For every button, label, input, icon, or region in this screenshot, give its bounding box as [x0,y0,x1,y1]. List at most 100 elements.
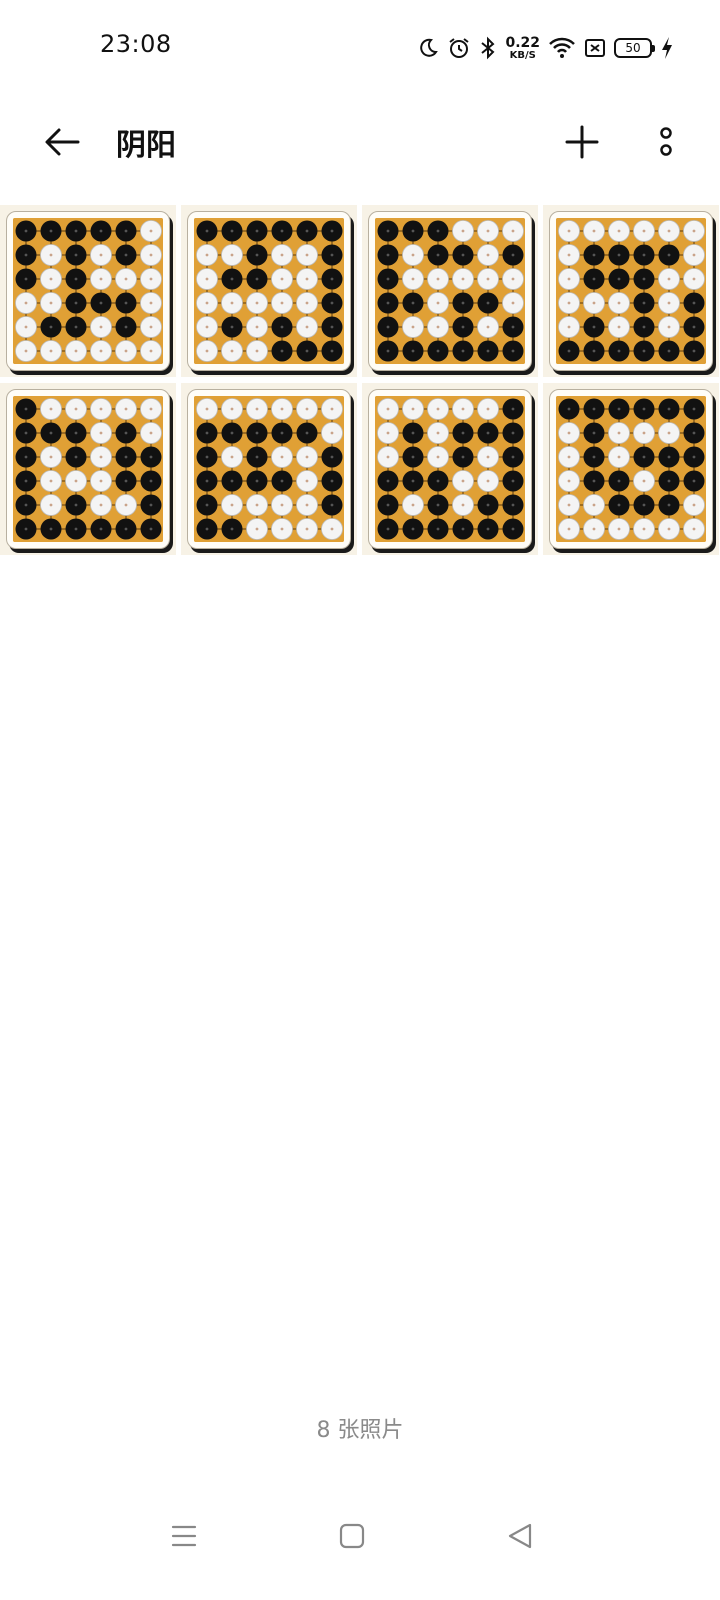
stone-center-dot [461,277,465,281]
photo-thumbnail[interactable] [362,205,538,377]
stone-center-dot [205,527,209,531]
wifi-icon [548,36,576,60]
battery-level: 50 [625,41,641,55]
stone-center-dot [280,325,284,329]
stone-center-dot [461,479,465,483]
stone-center-dot [205,325,209,329]
stone-center-dot [592,301,596,305]
stone-center-dot [461,527,465,531]
more-button[interactable] [640,116,692,168]
stone-center-dot [149,479,153,483]
stone-center-dot [642,301,646,305]
stone-center-dot [692,277,696,281]
back-button[interactable] [36,116,88,168]
photo-thumbnail[interactable] [181,205,357,377]
board-frame [6,389,170,549]
stone-center-dot [486,455,490,459]
stone-center-dot [305,479,309,483]
board-frame [549,211,713,371]
back-arrow-icon [45,128,80,156]
stone-center-dot [692,407,696,411]
stone-center-dot [24,455,28,459]
stone-center-dot [305,503,309,507]
photo-thumbnail[interactable] [362,383,538,555]
stone-center-dot [617,301,621,305]
add-button[interactable] [556,116,608,168]
stone-center-dot [330,479,334,483]
stone-center-dot [692,431,696,435]
photo-thumbnail[interactable] [543,383,719,555]
nav-back-button[interactable] [492,1508,548,1564]
stone-center-dot [124,407,128,411]
stone-center-dot [486,277,490,281]
go-board-image [375,218,525,364]
stone-center-dot [386,253,390,257]
charging-icon [660,36,674,60]
stone-center-dot [205,349,209,353]
stone-center-dot [280,301,284,305]
stone-center-dot [305,455,309,459]
stone-center-dot [255,229,259,233]
nav-home-button[interactable] [324,1508,380,1564]
stone-center-dot [667,503,671,507]
stone-center-dot [411,431,415,435]
stone-center-dot [149,527,153,531]
stone-center-dot [305,253,309,257]
stone-center-dot [642,253,646,257]
stone-center-dot [99,455,103,459]
stone-center-dot [280,431,284,435]
board-frame [187,389,351,549]
stone-center-dot [99,229,103,233]
stone-center-dot [642,349,646,353]
stone-center-dot [617,479,621,483]
stone-center-dot [149,503,153,507]
stone-center-dot [436,455,440,459]
board-frame [368,211,532,371]
stone-center-dot [24,479,28,483]
stone-center-dot [667,301,671,305]
go-board-image [194,396,344,542]
stone-center-dot [592,253,596,257]
stone-center-dot [486,407,490,411]
stone-center-dot [436,407,440,411]
stone-center-dot [617,325,621,329]
stone-center-dot [461,253,465,257]
stone-center-dot [24,349,28,353]
photo-thumbnail[interactable] [181,383,357,555]
stone-center-dot [486,431,490,435]
stone-center-dot [230,349,234,353]
stone-center-dot [667,527,671,531]
stone-center-dot [642,527,646,531]
stone-center-dot [49,253,53,257]
board-frame [6,211,170,371]
net-speed: 0.22 KB/S [505,34,540,61]
stone-center-dot [255,325,259,329]
stone-center-dot [386,455,390,459]
stone-center-dot [411,301,415,305]
photo-thumbnail[interactable] [0,205,176,377]
stone-center-dot [436,229,440,233]
nav-menu-button[interactable] [156,1508,212,1564]
stone-center-dot [149,229,153,233]
stone-center-dot [280,229,284,233]
go-board-image [194,218,344,364]
stone-center-dot [230,253,234,257]
stone-center-dot [255,349,259,353]
stone-center-dot [49,455,53,459]
stone-center-dot [567,349,571,353]
stone-center-dot [230,527,234,531]
photo-thumbnail[interactable] [543,205,719,377]
stone-center-dot [280,349,284,353]
stone-center-dot [255,277,259,281]
stone-center-dot [24,277,28,281]
photo-thumbnail[interactable] [0,383,176,555]
stone-center-dot [692,527,696,531]
stone-center-dot [436,253,440,257]
stone-center-dot [461,301,465,305]
stone-center-dot [74,503,78,507]
stone-center-dot [49,229,53,233]
stone-center-dot [305,431,309,435]
alarm-icon [447,36,471,60]
stone-center-dot [411,503,415,507]
stone-center-dot [305,301,309,305]
